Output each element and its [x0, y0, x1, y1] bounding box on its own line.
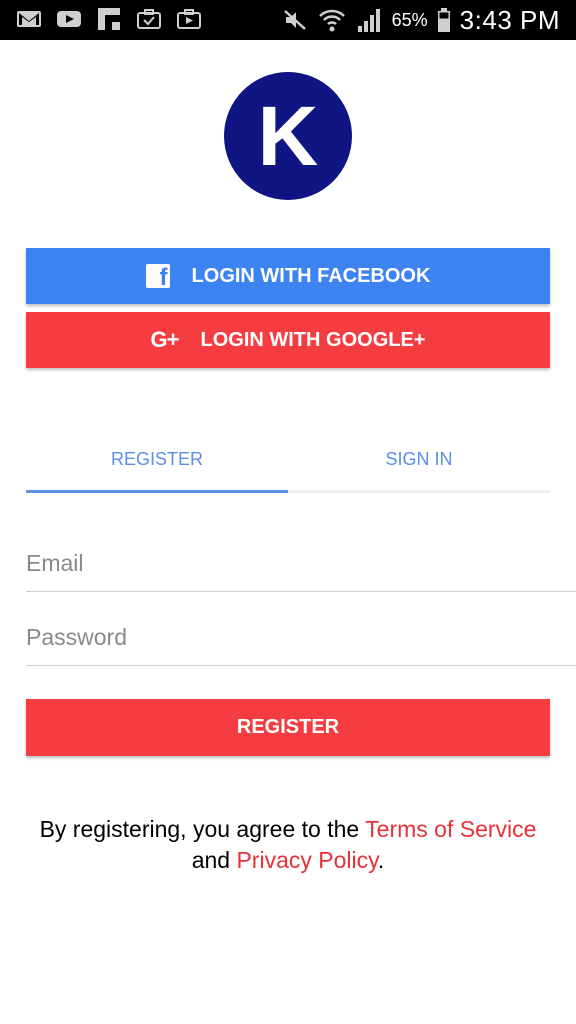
battery-percent: 65% — [391, 9, 428, 30]
gmail-icon — [17, 11, 41, 27]
google-button-label: LOGIN WITH GOOGLE+ — [200, 328, 426, 351]
auth-tabs: REGISTER SIGN IN — [26, 436, 550, 494]
mute-icon — [283, 10, 306, 30]
register-button[interactable]: REGISTER — [26, 699, 550, 756]
terms-prefix: By registering, you agree to the — [39, 816, 366, 842]
signal-icon — [357, 9, 380, 32]
status-bar: 65% 3:43 PM — [0, 0, 576, 40]
facebook-button-label: LOGIN WITH FACEBOOK — [191, 264, 431, 287]
password-field[interactable] — [26, 610, 576, 666]
briefcase-check-icon — [137, 9, 161, 29]
clock: 3:43 PM — [459, 4, 560, 35]
battery-icon — [437, 8, 450, 32]
tab-register[interactable]: REGISTER — [26, 436, 288, 482]
app-logo: K — [224, 72, 352, 200]
login-google-button[interactable]: G+ LOGIN WITH GOOGLE+ — [26, 312, 550, 368]
briefcase-play-icon — [177, 9, 201, 29]
terms-notice: By registering, you agree to the Terms o… — [0, 814, 576, 876]
email-field[interactable] — [26, 536, 576, 592]
system-indicators: 65% 3:43 PM — [282, 4, 560, 36]
tab-active-indicator — [26, 490, 288, 493]
youtube-icon — [57, 11, 81, 27]
notification-icons — [16, 8, 202, 30]
facebook-icon: f — [145, 264, 170, 290]
wifi-icon — [318, 9, 345, 32]
tab-sign-in[interactable]: SIGN IN — [288, 436, 550, 482]
login-facebook-button[interactable]: f LOGIN WITH FACEBOOK — [26, 248, 550, 304]
terms-middle: and — [191, 847, 237, 873]
register-button-label: REGISTER — [236, 716, 340, 738]
google-plus-icon: G+ — [150, 327, 180, 352]
flipboard-icon — [98, 8, 120, 30]
terms-suffix: . — [377, 847, 385, 873]
terms-of-service-link[interactable]: Terms of Service — [365, 816, 536, 842]
logo-letter: K — [257, 89, 319, 183]
privacy-policy-link[interactable]: Privacy Policy — [236, 847, 377, 873]
